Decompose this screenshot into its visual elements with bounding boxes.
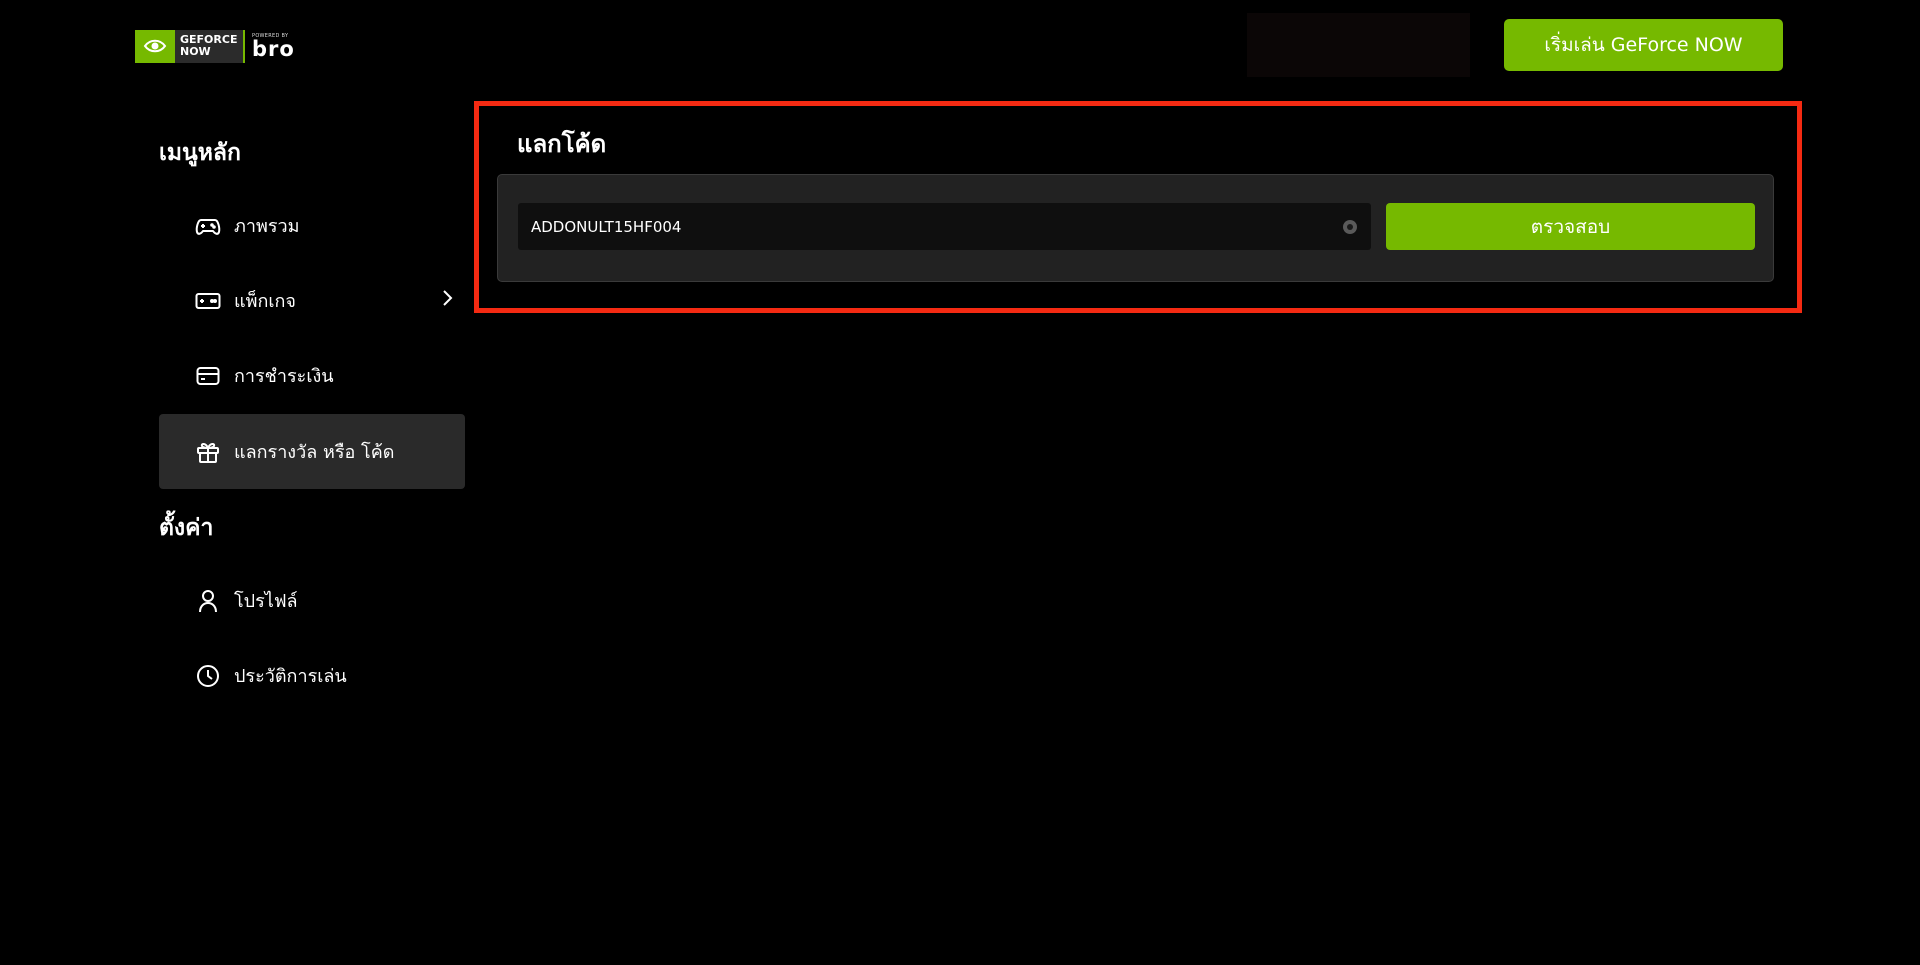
controller-card-icon bbox=[195, 288, 221, 314]
redeem-code-input[interactable] bbox=[518, 203, 1371, 250]
logo-divider bbox=[243, 29, 245, 63]
gift-icon bbox=[195, 439, 221, 465]
header-placeholder bbox=[1247, 13, 1470, 77]
redeem-code-card: ตรวจสอบ bbox=[497, 174, 1774, 282]
sidebar-item-payment[interactable]: การชำระเงิน bbox=[159, 338, 465, 413]
redeem-code-title: แลกโค้ด bbox=[517, 130, 607, 158]
bro-logo-text: bro bbox=[252, 37, 295, 61]
sidebar-item-packages[interactable]: แพ็กเกจ bbox=[159, 263, 465, 338]
sidebar-item-label: การชำระเงิน bbox=[234, 366, 334, 387]
logo-wordmark: GEFORCE NOW bbox=[175, 29, 243, 63]
sidebar-item-label: ประวัติการเล่น bbox=[234, 666, 347, 687]
clear-input-icon[interactable] bbox=[1343, 220, 1357, 234]
geforce-now-logo[interactable]: GEFORCE NOW POWERED BY bro bbox=[135, 29, 295, 63]
sidebar-item-play-history[interactable]: ประวัติการเล่น bbox=[159, 638, 465, 713]
powered-by-bro: POWERED BY bro bbox=[252, 33, 295, 61]
sidebar-item-label: แลกรางวัล หรือ โค้ด bbox=[234, 442, 395, 463]
sidebar-item-redeem[interactable]: แลกรางวัล หรือ โค้ด bbox=[159, 414, 465, 489]
sidebar-item-profile[interactable]: โปรไฟล์ bbox=[159, 563, 465, 638]
nvidia-eye-icon bbox=[135, 29, 175, 63]
main-menu-title: เมนูหลัก bbox=[159, 140, 241, 166]
user-icon bbox=[195, 588, 221, 614]
gamepad-icon bbox=[195, 213, 221, 239]
chevron-right-icon bbox=[441, 289, 453, 311]
sidebar-item-overview[interactable]: ภาพรวม bbox=[159, 188, 465, 263]
code-input-wrapper bbox=[518, 203, 1371, 250]
start-geforce-now-button[interactable]: เริ่มเล่น GeForce NOW bbox=[1504, 19, 1783, 71]
sidebar-item-label: แพ็กเกจ bbox=[234, 291, 296, 312]
sidebar-item-label: โปรไฟล์ bbox=[234, 591, 298, 612]
credit-card-icon bbox=[195, 363, 221, 389]
verify-button[interactable]: ตรวจสอบ bbox=[1386, 203, 1755, 250]
clock-icon bbox=[195, 663, 221, 689]
settings-title: ตั้งค่า bbox=[159, 515, 214, 541]
sidebar-item-label: ภาพรวม bbox=[234, 216, 300, 237]
